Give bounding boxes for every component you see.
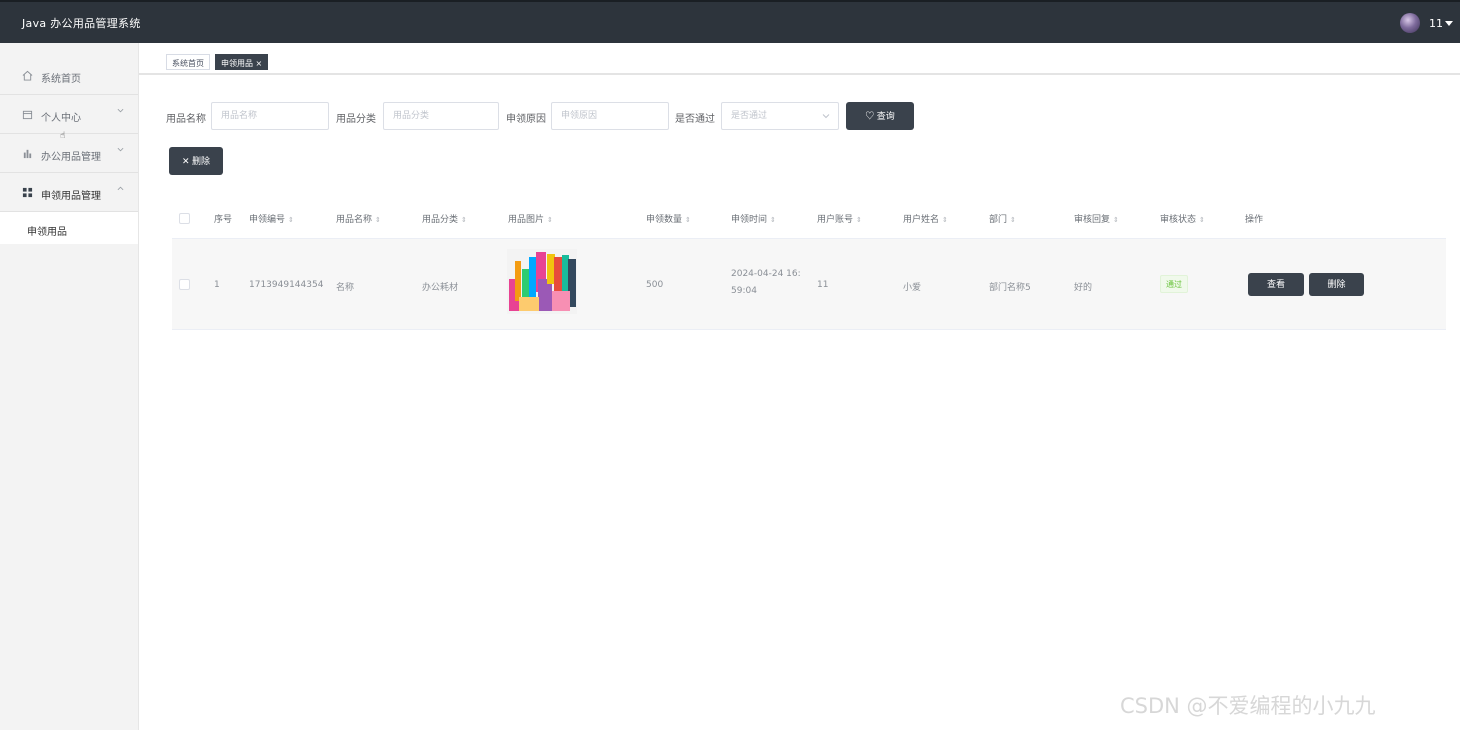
header-label: 审核回复 <box>1074 215 1111 225</box>
category-input[interactable] <box>383 102 499 130</box>
chevron-up-icon <box>117 186 124 191</box>
cell-item-name: 名称 <box>336 283 355 293</box>
watermark: CSDN @不爱编程的小九九 <box>1120 694 1376 718</box>
header-department[interactable]: 部门 ⇕ <box>989 212 1016 225</box>
header-quantity[interactable]: 申领数量 ⇕ <box>646 212 691 225</box>
reason-label: 申领原因 <box>506 114 546 125</box>
row-delete-button[interactable]: 删除 <box>1309 273 1364 296</box>
sort-icon[interactable]: ⇕ <box>375 216 381 224</box>
header-item-name[interactable]: 用品名称 ⇕ <box>336 212 381 225</box>
status-badge: 通过 <box>1160 275 1188 293</box>
sort-icon[interactable]: ⇕ <box>1010 216 1016 224</box>
app-title: Java 办公用品管理系统 <box>22 17 141 30</box>
sidebar-item-label: 申领用品管理 <box>41 191 101 202</box>
sort-icon[interactable]: ⇕ <box>461 216 467 224</box>
header-time[interactable]: 申领时间 ⇕ <box>731 212 776 225</box>
query-button[interactable]: ♡ 查询 <box>846 102 914 130</box>
cell-apply-no: 1713949144354 <box>249 280 324 290</box>
tab-requisition[interactable]: 申领用品 × <box>215 54 269 70</box>
chevron-down-icon <box>117 147 124 152</box>
bar-chart-icon <box>23 149 32 159</box>
sort-icon[interactable]: ⇕ <box>288 216 294 224</box>
sidebar-subitem-label: 申领用品 <box>27 227 67 238</box>
bulk-delete-button[interactable]: ✕ 删除 <box>169 147 223 175</box>
cell-account: 11 <box>817 280 829 290</box>
category-label: 用品分类 <box>336 114 376 125</box>
row-checkbox[interactable] <box>179 279 190 290</box>
sidebar-item-office-supplies[interactable]: 办公用品管理 <box>0 135 138 173</box>
sidebar-item-label: 系统首页 <box>41 74 81 85</box>
view-button[interactable]: 查看 <box>1248 273 1304 296</box>
sidebar-item-profile[interactable]: 个人中心 <box>0 96 138 134</box>
table-header: 序号 申领编号 ⇕ 用品名称 ⇕ 用品分类 ⇕ 用品图片 ⇕ 申领数量 ⇕ 申领时间 ⇕ 用… <box>172 197 1446 239</box>
tabs-bar: 系统首页 申领用品 × <box>139 43 1460 75</box>
header-account[interactable]: 用户账号 ⇕ <box>817 212 862 225</box>
header-label: 用户姓名 <box>903 215 940 225</box>
sidebar: 系统首页 个人中心 办公用品管理 申领用品管理 申领用品 <box>0 43 139 730</box>
header-label: 申领编号 <box>249 215 286 225</box>
mouse-cursor-icon: ☝ <box>60 131 66 141</box>
sort-icon[interactable]: ⇕ <box>547 216 553 224</box>
sidebar-item-label: 个人中心 <box>41 113 81 124</box>
header-label: 用品分类 <box>422 215 459 225</box>
header-reply[interactable]: 审核回复 ⇕ <box>1074 212 1119 225</box>
avatar[interactable] <box>1400 13 1420 33</box>
passed-label: 是否通过 <box>675 114 715 125</box>
cell-category: 办公耗材 <box>422 283 459 293</box>
sort-icon[interactable]: ⇕ <box>1199 216 1205 224</box>
user-name[interactable]: 11 <box>1429 17 1443 30</box>
top-header: Java 办公用品管理系统 11 <box>0 0 1460 43</box>
header-index: 序号 <box>214 215 233 225</box>
grid-icon <box>22 187 33 198</box>
header-label: 申领时间 <box>731 215 768 225</box>
calendar-icon <box>22 110 33 120</box>
header-status[interactable]: 审核状态 ⇕ <box>1160 212 1205 225</box>
sidebar-item-label: 办公用品管理 <box>41 152 101 163</box>
header-actions: 操作 <box>1245 215 1264 225</box>
item-name-label: 用品名称 <box>166 114 206 125</box>
sort-icon[interactable]: ⇕ <box>770 216 776 224</box>
sidebar-subitem-requisition[interactable]: 申领用品 <box>0 212 138 244</box>
sort-icon[interactable]: ⇕ <box>942 216 948 224</box>
item-name-input[interactable] <box>211 102 329 130</box>
header-label: 用户账号 <box>817 215 854 225</box>
home-icon <box>22 70 33 81</box>
header-label: 审核状态 <box>1160 215 1197 225</box>
header-apply-no[interactable]: 申领编号 ⇕ <box>249 212 294 225</box>
header-username[interactable]: 用户姓名 ⇕ <box>903 212 948 225</box>
chevron-down-icon <box>117 108 124 113</box>
cell-department: 部门名称5 <box>989 283 1031 293</box>
reason-input[interactable] <box>551 102 669 130</box>
sort-icon[interactable]: ⇕ <box>1113 216 1119 224</box>
cell-time-line1: 2024-04-24 16: <box>731 269 801 279</box>
caret-down-icon[interactable] <box>1445 21 1453 26</box>
select-all-checkbox[interactable] <box>179 213 190 224</box>
stationery-image-icon <box>507 249 577 314</box>
chevron-down-icon[interactable] <box>822 112 830 120</box>
sort-icon[interactable]: ⇕ <box>856 216 862 224</box>
tab-home[interactable]: 系统首页 <box>166 54 210 70</box>
cell-time-line2: 59:04 <box>731 286 757 296</box>
sidebar-item-home[interactable]: 系统首页 <box>0 57 138 95</box>
header-label: 申领数量 <box>646 215 683 225</box>
cell-reply: 好的 <box>1074 283 1093 293</box>
header-label: 用品名称 <box>336 215 373 225</box>
item-image[interactable] <box>507 249 577 314</box>
cell-username: 小爱 <box>903 283 922 293</box>
cell-index: 1 <box>214 280 220 290</box>
cell-quantity: 500 <box>646 280 664 290</box>
sidebar-item-requisition[interactable]: 申领用品管理 <box>0 174 138 212</box>
header-label: 用品图片 <box>508 215 545 225</box>
sort-icon[interactable]: ⇕ <box>685 216 691 224</box>
header-label: 部门 <box>989 215 1008 225</box>
table-row: 1 1713949144354 名称 办公耗材 500 2024-04-24 1… <box>172 239 1446 330</box>
header-image[interactable]: 用品图片 ⇕ <box>508 212 553 225</box>
header-category[interactable]: 用品分类 ⇕ <box>422 212 467 225</box>
